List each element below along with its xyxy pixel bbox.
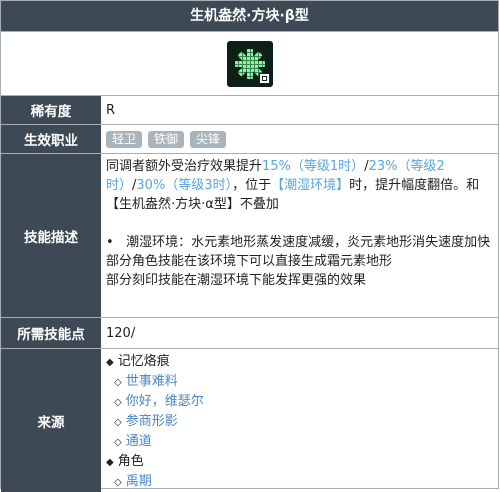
description-row: 技能描述 同调者额外受治疗效果提升15%（等级1时）/23%（等级2时）/30%… (1, 153, 498, 317)
description-body: 同调者额外受治疗效果提升15%（等级1时）/23%（等级2时）/30%（等级3时… (101, 154, 498, 317)
classes-row: 生效职业 轻卫 铁御 尖锋 (1, 124, 498, 153)
bullet-icon: • (106, 235, 114, 250)
rarity-row: 稀有度 R (1, 95, 498, 124)
description-paragraph-4: 部分刻印技能在潮湿环境下能发挥更强的效果 (106, 273, 367, 288)
open-diamond-bullet-icon: ◇ (114, 377, 122, 388)
classes-tags: 轻卫 铁御 尖锋 (101, 125, 498, 153)
source-row: 来源 ◆ 记忆烙痕 ◇ 世事难料 ◇ 你好，维瑟尔 ◇ 参商形影 ◇ 通道 ◆ 角色 ◇ 禹期 (1, 348, 498, 492)
skill-card: 生机盎然·方块·β型 稀有度 R 生效职业 轻卫 铁御 尖锋 技能描述 同调者额… (0, 0, 499, 492)
class-tag[interactable]: 尖锋 (190, 130, 227, 148)
description-header: 技能描述 (1, 154, 101, 317)
corner-square-icon (258, 72, 270, 84)
skill-points-row: 所需技能点 120/ (1, 317, 498, 348)
level3-value: 30%（等级3时） (136, 178, 233, 193)
diamond-bullet-icon: ◆ (106, 357, 114, 368)
skill-points-header: 所需技能点 (1, 318, 101, 348)
card-title: 生机盎然·方块·β型 (1, 1, 498, 31)
source-header: 来源 (1, 349, 101, 492)
source-item: ◇ 禹期 (114, 474, 152, 489)
source-list: ◆ 记忆烙痕 ◇ 世事难料 ◇ 你好，维瑟尔 ◇ 参商形影 ◇ 通道 ◆ 角色 ◇ 禹期 (101, 349, 498, 492)
rarity-header: 稀有度 (1, 96, 101, 124)
source-item: ◇ 参商形影 (114, 414, 178, 429)
open-diamond-bullet-icon: ◇ (114, 477, 122, 488)
source-item: ◇ 通道 (114, 434, 152, 449)
diamond-bullet-icon: ◆ (106, 457, 114, 468)
description-paragraph-3: 部分角色技能在该环境下可以直接生成霜元素地形 (106, 254, 393, 269)
description-bullet-wet: • 潮湿环境：水元素地形蒸发速度减缓，炎元素地形消失速度加快 (106, 235, 491, 250)
classes-header: 生效职业 (1, 125, 101, 153)
source-item: ◇ 你好，维瑟尔 (114, 394, 204, 409)
source-group-character: ◆ 角色 (106, 454, 144, 469)
source-group-memory: ◆ 记忆烙痕 (106, 354, 170, 369)
wet-environment-link[interactable]: 【潮湿环境】 (271, 178, 349, 193)
class-tag[interactable]: 轻卫 (106, 130, 143, 148)
open-diamond-bullet-icon: ◇ (114, 417, 122, 428)
description-paragraph-1: 同调者额外受治疗效果提升15%（等级1时）/23%（等级2时）/30%（等级3时… (106, 159, 480, 212)
rarity-value: R (106, 102, 116, 118)
level1-value: 15%（等级1时） (262, 159, 365, 174)
open-diamond-bullet-icon: ◇ (114, 397, 122, 408)
skill-points-value: 120/ (106, 325, 136, 341)
class-tag[interactable]: 铁御 (148, 130, 185, 148)
open-diamond-bullet-icon: ◇ (114, 437, 122, 448)
source-item: ◇ 世事难料 (114, 374, 178, 389)
skill-image-row (1, 31, 498, 95)
green-pixel-asterisk-icon (226, 40, 273, 87)
